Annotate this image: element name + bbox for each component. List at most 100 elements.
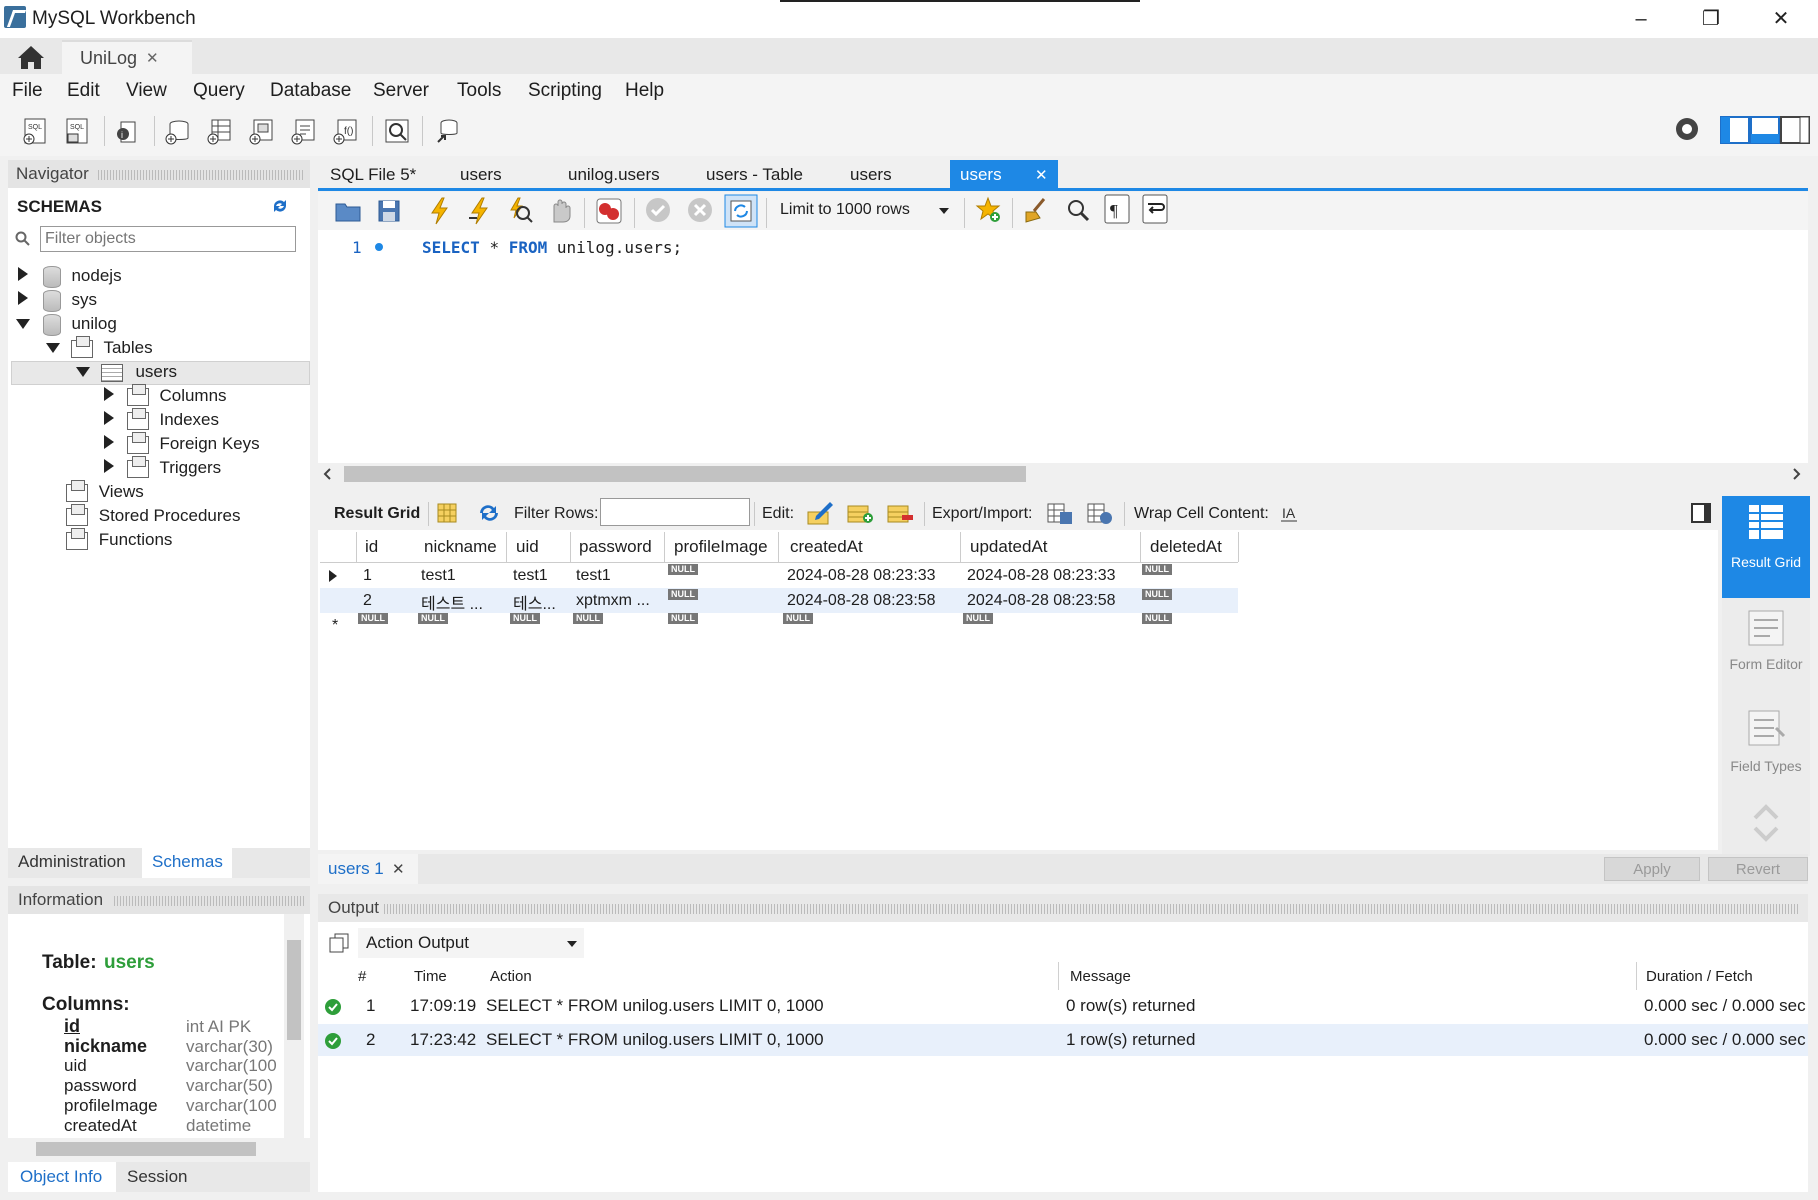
null-badge[interactable]: NULL xyxy=(1142,564,1172,575)
tree-folder-functions[interactable]: Functions xyxy=(66,527,172,550)
grid-header-createdat[interactable]: createdAt xyxy=(782,532,961,562)
output-type-select[interactable]: Action Output xyxy=(358,928,584,958)
grid-cell[interactable]: 1 xyxy=(363,567,372,585)
sql-editor[interactable] xyxy=(318,230,1808,465)
sql-tab-users-active[interactable]: users ✕ xyxy=(950,160,1058,190)
grid-cell[interactable]: 테스... xyxy=(513,590,573,614)
tree-folder-triggers[interactable]: Triggers xyxy=(104,455,221,478)
scroll-right-icon[interactable] xyxy=(1790,468,1802,480)
open-file-icon[interactable] xyxy=(334,198,362,224)
null-badge[interactable]: NULL xyxy=(783,613,813,624)
editor-scrollbar-thumb[interactable] xyxy=(344,466,1026,482)
grid-cell[interactable]: xptmxm ... xyxy=(576,592,664,610)
result-tab-close-icon[interactable]: ✕ xyxy=(392,860,405,878)
expand-arrow-icon[interactable] xyxy=(104,459,114,473)
menu-edit[interactable]: Edit xyxy=(67,80,100,102)
execute-current-statement-icon[interactable] xyxy=(466,196,492,226)
server-info-icon[interactable]: i xyxy=(112,116,142,146)
grid-header-password[interactable]: password xyxy=(571,532,665,562)
add-snippet-star-icon[interactable] xyxy=(974,196,1002,224)
grid-header-profileimage[interactable]: profileImage xyxy=(666,532,779,562)
expand-arrow-icon[interactable] xyxy=(104,435,114,449)
scroll-up-down-icon[interactable] xyxy=(1752,800,1780,846)
table-row[interactable]: 1 test1 test1 test1 NULL 2024-08-28 08:2… xyxy=(320,563,1238,588)
grid-cell[interactable]: test1 xyxy=(576,567,611,585)
menu-query[interactable]: Query xyxy=(193,80,245,102)
invisible-characters-icon[interactable]: ¶ xyxy=(1104,194,1130,224)
grid-header-deletedat[interactable]: deletedAt xyxy=(1142,532,1239,562)
output-row[interactable]: 1 17:09:19 SELECT * FROM unilog.users LI… xyxy=(318,990,1808,1022)
restore-button[interactable]: ❐ xyxy=(1676,0,1746,38)
grid-cell[interactable]: 2024-08-28 08:23:58 xyxy=(967,592,1116,610)
menu-scripting[interactable]: Scripting xyxy=(528,80,602,102)
grid-header-uid[interactable]: uid xyxy=(508,532,571,562)
null-badge[interactable]: NULL xyxy=(1142,589,1172,600)
open-sql-script-icon[interactable]: SQL xyxy=(62,116,92,146)
expand-arrow-icon[interactable] xyxy=(104,387,114,401)
tree-folder-views[interactable]: Views xyxy=(66,479,144,502)
save-icon[interactable] xyxy=(376,198,402,224)
collapse-arrow-icon[interactable] xyxy=(76,367,90,377)
tree-table-users[interactable]: users xyxy=(76,362,177,382)
toggle-output-icon[interactable] xyxy=(1750,116,1780,144)
null-badge[interactable]: NULL xyxy=(668,613,698,624)
insert-row-icon[interactable] xyxy=(846,500,874,526)
refresh-results-icon[interactable] xyxy=(476,502,502,524)
toggle-result-panel-icon[interactable] xyxy=(1690,502,1712,524)
minimize-button[interactable]: – xyxy=(1606,0,1676,38)
tab-schemas[interactable]: Schemas xyxy=(152,852,223,872)
explain-icon[interactable] xyxy=(506,196,534,226)
null-badge[interactable]: NULL xyxy=(1142,613,1172,624)
null-badge[interactable]: NULL xyxy=(668,564,698,575)
connection-tab-close-icon[interactable]: ✕ xyxy=(146,49,159,67)
create-view-icon[interactable] xyxy=(246,116,276,146)
grid-header-nickname[interactable]: nickname xyxy=(416,532,507,562)
null-badge[interactable]: NULL xyxy=(668,589,698,600)
reconnect-icon[interactable] xyxy=(432,116,462,146)
grid-layout-icon[interactable] xyxy=(436,502,458,524)
beautify-broom-icon[interactable] xyxy=(1022,196,1052,224)
new-sql-tab-icon[interactable]: SQL xyxy=(20,116,50,146)
home-tab[interactable] xyxy=(0,38,60,74)
null-badge[interactable]: NULL xyxy=(963,613,993,624)
sql-tab-sql-file-5[interactable]: SQL File 5* xyxy=(318,160,428,190)
output-row[interactable]: 2 17:23:42 SELECT * FROM unilog.users LI… xyxy=(318,1024,1808,1056)
menu-help[interactable]: Help xyxy=(625,80,664,102)
tab-session[interactable]: Session xyxy=(127,1167,187,1187)
expand-arrow-icon[interactable] xyxy=(18,267,28,282)
result-grid-view-button[interactable]: Result Grid xyxy=(1722,496,1810,598)
connection-tab-unilog[interactable]: UniLog ✕ xyxy=(62,40,192,76)
expand-arrow-icon[interactable] xyxy=(104,411,114,425)
sql-tab-unilog-users[interactable]: unilog.users xyxy=(556,160,672,190)
tree-folder-columns[interactable]: Columns xyxy=(104,383,227,406)
tree-folder-stored-procedures[interactable]: Stored Procedures xyxy=(66,503,240,526)
sql-statement[interactable]: SELECT * FROM unilog.users; xyxy=(422,238,682,257)
rollback-icon[interactable] xyxy=(686,196,714,224)
grid-cell[interactable]: 2024-08-28 08:23:33 xyxy=(967,567,1116,585)
null-badge[interactable]: NULL xyxy=(573,613,603,624)
info-scrollbar-thumb[interactable] xyxy=(287,940,301,1040)
grid-cell[interactable]: test1 xyxy=(421,567,456,585)
menu-file[interactable]: File xyxy=(12,80,43,102)
info-hscroll-thumb[interactable] xyxy=(36,1142,256,1156)
commit-icon[interactable] xyxy=(644,196,672,224)
export-icon[interactable] xyxy=(1046,500,1074,526)
null-badge[interactable]: NULL xyxy=(418,613,448,624)
tree-schema-nodejs[interactable]: nodejs xyxy=(18,266,122,288)
sql-tab-users[interactable]: users xyxy=(448,160,514,190)
filter-objects-input[interactable] xyxy=(40,226,296,252)
menu-view[interactable]: View xyxy=(126,80,167,102)
sql-tab-close-icon[interactable]: ✕ xyxy=(1035,166,1048,184)
apply-button[interactable]: Apply xyxy=(1604,857,1700,881)
create-function-icon[interactable]: f() xyxy=(330,116,360,146)
grid-cell[interactable]: 2024-08-28 08:23:33 xyxy=(787,567,936,585)
toggle-secondary-sidebar-icon[interactable] xyxy=(1780,116,1810,144)
word-wrap-icon[interactable] xyxy=(1142,194,1168,224)
field-types-button[interactable]: Field Types xyxy=(1722,700,1810,790)
import-icon[interactable] xyxy=(1086,500,1114,526)
toggle-sidebar-icon[interactable] xyxy=(1720,116,1750,144)
delete-row-icon[interactable] xyxy=(886,500,914,526)
table-row[interactable]: 2 테스트 ... 테스... xptmxm ... NULL 2024-08-… xyxy=(320,588,1238,613)
sql-tab-users-2[interactable]: users xyxy=(838,160,904,190)
tree-folder-indexes[interactable]: Indexes xyxy=(104,407,219,430)
